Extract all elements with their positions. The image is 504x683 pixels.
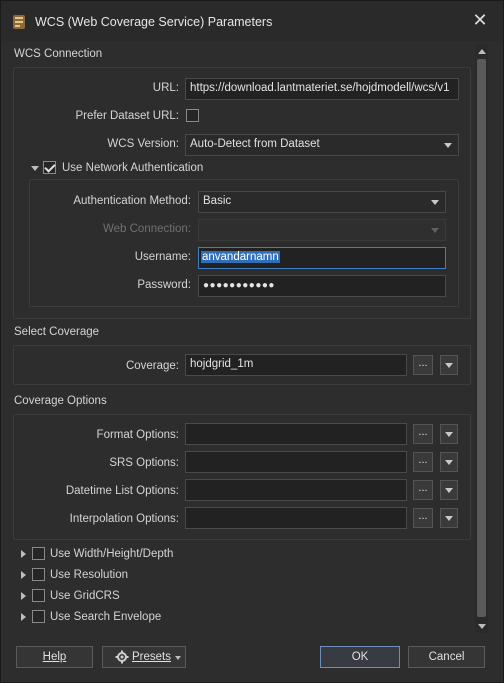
use-search-envelope-label: Use Search Envelope bbox=[50, 611, 162, 623]
ok-button[interactable]: OK bbox=[320, 646, 400, 668]
presets-button[interactable]: Presets bbox=[102, 646, 186, 668]
prefer-dataset-url-label: Prefer Dataset URL: bbox=[75, 110, 179, 122]
use-resolution-checkbox[interactable] bbox=[32, 568, 45, 581]
vertical-scrollbar[interactable] bbox=[475, 45, 488, 633]
use-gridcrs-label: Use GridCRS bbox=[50, 590, 120, 602]
scrollbar-thumb[interactable] bbox=[477, 59, 486, 617]
expand-arrow-icon[interactable] bbox=[21, 550, 26, 558]
interpolation-options-input[interactable] bbox=[185, 507, 407, 529]
use-search-envelope-checkbox[interactable] bbox=[32, 610, 45, 623]
username-selected-text: anvandarnamn bbox=[201, 251, 280, 263]
coverage-browse-button[interactable]: ... bbox=[413, 355, 433, 375]
password-input[interactable]: ●●●●●●●●●●● bbox=[198, 275, 446, 297]
username-input[interactable]: anvandarnamn bbox=[198, 247, 446, 269]
auth-method-value: Basic bbox=[203, 195, 232, 207]
datetime-list-options-browse-button[interactable]: ... bbox=[413, 480, 433, 500]
close-icon[interactable]: ✕ bbox=[471, 11, 489, 29]
srs-options-browse-button[interactable]: ... bbox=[413, 452, 433, 472]
datetime-list-options-input[interactable] bbox=[185, 479, 407, 501]
coverage-label: Coverage: bbox=[125, 360, 179, 372]
datetime-list-options-label: Datetime List Options: bbox=[65, 485, 179, 497]
wcs-connection-title: WCS Connection bbox=[14, 48, 103, 60]
auth-method-label: Authentication Method: bbox=[73, 195, 191, 207]
chevron-down-icon bbox=[444, 143, 452, 148]
coverage-input[interactable]: hojdgrid_1m bbox=[185, 354, 407, 376]
collapse-arrow-icon[interactable] bbox=[31, 166, 39, 171]
app-icon bbox=[13, 15, 25, 29]
auth-method-select[interactable]: Basic bbox=[198, 191, 446, 213]
gear-icon bbox=[115, 650, 129, 664]
srs-options-dropdown-button[interactable] bbox=[440, 452, 458, 472]
use-resolution-label: Use Resolution bbox=[50, 569, 128, 581]
expand-arrow-icon[interactable] bbox=[21, 592, 26, 600]
wcs-version-label: WCS Version: bbox=[107, 138, 179, 150]
coverage-options-title: Coverage Options bbox=[14, 395, 107, 407]
scroll-content: WCS Connection URL: https://download.lan… bbox=[7, 41, 473, 633]
window-title: WCS (Web Coverage Service) Parameters bbox=[35, 15, 273, 29]
use-network-auth-label: Use Network Authentication bbox=[62, 162, 204, 174]
format-options-dropdown-button[interactable] bbox=[440, 424, 458, 444]
wcs-version-select[interactable]: Auto-Detect from Dataset bbox=[185, 134, 459, 156]
help-button[interactable]: Help bbox=[16, 646, 93, 668]
interpolation-options-label: Interpolation Options: bbox=[69, 513, 179, 525]
expand-arrow-icon[interactable] bbox=[21, 571, 26, 579]
web-connection-select bbox=[198, 219, 446, 241]
title-bar: WCS (Web Coverage Service) Parameters ✕ bbox=[1, 1, 503, 41]
username-label: Username: bbox=[134, 251, 191, 263]
wcs-version-value: Auto-Detect from Dataset bbox=[190, 138, 320, 150]
srs-options-input[interactable] bbox=[185, 451, 407, 473]
use-width-height-depth-checkbox[interactable] bbox=[32, 547, 45, 560]
scroll-up-icon[interactable] bbox=[478, 49, 486, 54]
format-options-browse-button[interactable]: ... bbox=[413, 424, 433, 444]
prefer-dataset-url-checkbox[interactable] bbox=[186, 109, 199, 122]
password-label: Password: bbox=[137, 279, 191, 291]
cancel-button[interactable]: Cancel bbox=[408, 646, 485, 668]
presets-button-label: Presets bbox=[132, 651, 171, 663]
web-connection-label: Web Connection: bbox=[102, 223, 191, 235]
expand-arrow-icon[interactable] bbox=[21, 613, 26, 621]
interpolation-options-browse-button[interactable]: ... bbox=[413, 508, 433, 528]
datetime-list-options-dropdown-button[interactable] bbox=[440, 480, 458, 500]
chevron-down-icon bbox=[431, 228, 439, 233]
format-options-input[interactable] bbox=[185, 423, 407, 445]
scroll-down-icon[interactable] bbox=[478, 624, 486, 629]
use-network-auth-checkbox[interactable] bbox=[43, 161, 56, 174]
format-options-label: Format Options: bbox=[96, 429, 179, 441]
use-width-height-depth-label: Use Width/Height/Depth bbox=[50, 548, 174, 560]
srs-options-label: SRS Options: bbox=[109, 457, 179, 469]
wcs-parameters-dialog: WCS (Web Coverage Service) Parameters ✕ … bbox=[0, 0, 504, 683]
select-coverage-title: Select Coverage bbox=[14, 326, 100, 338]
url-input[interactable]: https://download.lantmateriet.se/hojdmod… bbox=[185, 78, 459, 100]
chevron-down-icon bbox=[431, 200, 439, 205]
interpolation-options-dropdown-button[interactable] bbox=[440, 508, 458, 528]
coverage-dropdown-button[interactable] bbox=[440, 355, 458, 375]
chevron-down-icon bbox=[175, 656, 181, 660]
help-button-label: Help bbox=[42, 651, 67, 663]
url-label: URL: bbox=[152, 82, 179, 94]
use-gridcrs-checkbox[interactable] bbox=[32, 589, 45, 602]
